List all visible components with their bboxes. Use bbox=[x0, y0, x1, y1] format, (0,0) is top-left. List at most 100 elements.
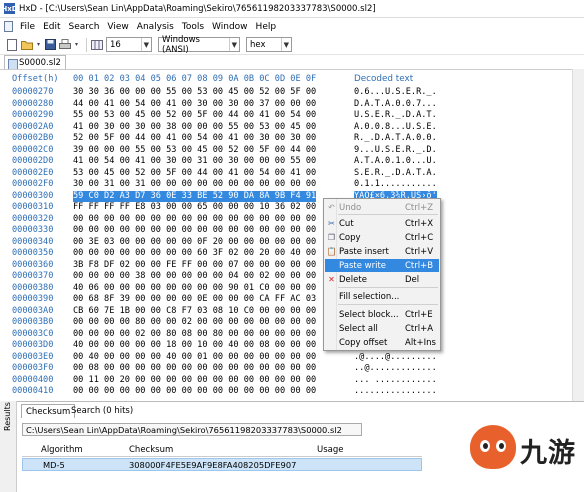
row-bytes[interactable]: 41 00 30 00 30 00 38 00 00 00 55 00 53 0… bbox=[73, 122, 316, 133]
file-tab[interactable]: S0000.sl2 bbox=[4, 55, 66, 70]
row-decoded-text[interactable]: 0.1.1........... bbox=[354, 179, 437, 190]
tab-search-label: Search (0 hits) bbox=[71, 406, 134, 416]
menu-item-shortcut: Ctrl+X bbox=[405, 218, 434, 229]
row-offset: 00000350 bbox=[12, 248, 54, 258]
row-bytes[interactable]: 00 68 8F 39 00 00 00 00 0E 00 00 00 CA F… bbox=[73, 294, 316, 305]
menu-item-copy-offset[interactable]: Copy offset Alt+Ins bbox=[325, 336, 439, 349]
column-algorithm[interactable]: Algorithm bbox=[41, 443, 83, 456]
menu-item-fill-selection[interactable]: Fill selection... bbox=[325, 290, 439, 303]
column-checksum[interactable]: Checksum bbox=[129, 443, 173, 456]
menu-item-undo[interactable]: ↶ Undo Ctrl+Z bbox=[325, 201, 439, 214]
menu-item-copy[interactable]: ❐ Copy Ctrl+C bbox=[325, 231, 439, 244]
menu-tools[interactable]: Tools bbox=[178, 22, 208, 32]
row-bytes[interactable]: 30 30 36 00 00 00 55 00 53 00 45 00 52 0… bbox=[73, 87, 316, 98]
menu-item-delete[interactable]: ✕ Delete Del bbox=[325, 273, 439, 286]
row-bytes[interactable]: 00 00 00 00 02 00 80 08 00 80 00 00 00 0… bbox=[73, 329, 316, 340]
row-offset: 00000290 bbox=[12, 110, 54, 120]
row-decoded-text[interactable]: D.A.T.A.0.0.7... bbox=[354, 99, 437, 110]
row-decoded-text[interactable]: A.0.0.8...U.S.E. bbox=[354, 122, 437, 133]
menu-window[interactable]: Window bbox=[208, 22, 252, 32]
menu-item-select-all[interactable]: Select all Ctrl+A bbox=[325, 322, 439, 335]
menu-item-shortcut: Ctrl+Z bbox=[405, 202, 434, 213]
row-bytes[interactable]: 00 00 00 00 38 00 00 00 00 00 04 00 02 0… bbox=[73, 271, 316, 282]
menu-item-paste-write[interactable]: Paste write Ctrl+B bbox=[325, 259, 439, 272]
row-bytes[interactable]: 53 00 45 00 52 00 5F 00 44 00 41 00 54 0… bbox=[73, 168, 316, 179]
menu-item-cut[interactable]: ✂ Cut Ctrl+X bbox=[325, 217, 439, 230]
menu-help[interactable]: Help bbox=[252, 22, 281, 32]
file-tab-label: S0000.sl2 bbox=[19, 57, 61, 68]
toolbar-separator bbox=[86, 37, 87, 52]
row-offset: 000003A0 bbox=[12, 305, 54, 316]
menu-separator bbox=[338, 287, 438, 288]
menu-item-paste-insert[interactable]: 📋 Paste insert Ctrl+V bbox=[325, 245, 439, 258]
hex-editor-pane[interactable]: Offset(h) 00 01 02 03 04 05 06 07 08 09 … bbox=[0, 69, 584, 401]
menu-view[interactable]: View bbox=[103, 22, 132, 32]
undo-icon: ↶ bbox=[328, 203, 335, 212]
row-bytes[interactable]: 00 40 00 00 00 00 40 00 01 00 00 00 00 0… bbox=[73, 352, 316, 363]
row-bytes[interactable]: 00 00 00 00 00 00 00 00 00 00 00 00 00 0… bbox=[73, 214, 316, 225]
row-bytes[interactable]: 00 00 00 00 00 00 00 00 00 00 00 00 00 0… bbox=[73, 225, 316, 236]
row-bytes[interactable]: 30 00 31 00 31 00 00 00 00 00 00 00 00 0… bbox=[73, 179, 316, 190]
row-bytes[interactable]: CB 60 7E 1B 00 00 C8 F7 03 08 10 C0 00 0… bbox=[73, 306, 316, 317]
menu-edit[interactable]: Edit bbox=[39, 22, 64, 32]
row-offset: 00000320 bbox=[12, 213, 54, 224]
open-dropdown-icon[interactable]: ▾ bbox=[36, 39, 41, 51]
row-decoded-text[interactable]: 0.6...U.S.E.R._. bbox=[354, 87, 437, 98]
open-folder-icon[interactable] bbox=[21, 39, 33, 51]
save-icon[interactable] bbox=[44, 39, 56, 51]
hxd-app-icon: HxD bbox=[1, 3, 18, 14]
print-icon[interactable] bbox=[59, 39, 71, 51]
row-bytes[interactable]: 00 3E 03 00 00 00 00 00 0F 20 00 00 00 0… bbox=[73, 237, 316, 248]
row-bytes[interactable]: 41 00 54 00 41 00 30 00 31 00 30 00 00 0… bbox=[73, 156, 316, 167]
menu-item-label: Copy offset bbox=[339, 337, 388, 348]
column-usage[interactable]: Usage bbox=[317, 443, 343, 456]
row-offset: 000002C0 bbox=[12, 144, 54, 155]
row-decoded-text[interactable]: A.T.A.0.1.0...U. bbox=[354, 156, 437, 167]
row-bytes[interactable]: 59 C0 D2 A3 D7 36 0E 33 BE 52 90 DA 8A 9… bbox=[73, 190, 317, 202]
tab-search-hits[interactable]: Search (0 hits) bbox=[67, 404, 137, 418]
bytes-per-row-select[interactable]: 16 ▼ bbox=[106, 37, 152, 52]
results-side-tab[interactable]: Results bbox=[0, 401, 17, 492]
menu-item-shortcut: Ctrl+B bbox=[405, 260, 434, 271]
row-algorithm: MD-5 bbox=[43, 460, 65, 470]
row-offset: 00000340 bbox=[12, 236, 54, 247]
print-dropdown-icon[interactable]: ▾ bbox=[74, 39, 79, 51]
row-bytes[interactable]: 00 00 00 00 00 00 00 00 60 3F 02 00 20 0… bbox=[73, 248, 316, 259]
menu-item-label: Paste write bbox=[339, 260, 387, 271]
row-decoded-text[interactable]: ..@............. bbox=[354, 363, 437, 374]
row-decoded-text[interactable]: S.E.R._.D.A.T.A. bbox=[354, 168, 437, 179]
charset-select[interactable]: Windows (ANSI) ▼ bbox=[158, 35, 240, 55]
row-bytes[interactable]: 00 00 00 00 00 00 00 00 00 00 00 00 00 0… bbox=[73, 386, 316, 397]
row-decoded-text[interactable]: U.S.E.R._.D.A.T. bbox=[354, 110, 437, 121]
display-mode-select[interactable]: hex ▼ bbox=[246, 37, 292, 52]
row-decoded-text[interactable]: ... ............ bbox=[354, 375, 437, 386]
row-bytes[interactable]: 00 11 00 20 00 00 00 00 00 00 00 00 00 0… bbox=[73, 375, 316, 386]
row-offset: 000002F0 bbox=[12, 179, 54, 189]
row-decoded-text[interactable]: 9...U.S.E.R._.D. bbox=[354, 145, 437, 156]
row-decoded-text[interactable]: .@....@......... bbox=[354, 352, 437, 363]
row-bytes[interactable]: 44 00 41 00 54 00 41 00 30 00 30 00 37 0… bbox=[73, 99, 316, 110]
new-file-icon[interactable] bbox=[6, 38, 18, 51]
row-bytes[interactable]: 3B F8 DF 02 00 00 FE FF 00 00 07 00 00 0… bbox=[73, 260, 316, 271]
row-decoded-text[interactable]: ................ bbox=[354, 386, 437, 397]
row-bytes[interactable]: FF FF FF FF E8 03 00 00 65 00 00 00 10 3… bbox=[73, 202, 316, 213]
row-bytes[interactable]: 55 00 53 00 45 00 52 00 5F 00 44 00 41 0… bbox=[73, 110, 316, 121]
menu-item-label: Fill selection... bbox=[339, 291, 400, 302]
menu-item-shortcut: Alt+Ins bbox=[405, 337, 436, 348]
row-bytes[interactable]: 00 08 00 00 00 00 00 00 00 00 00 00 00 0… bbox=[73, 363, 316, 374]
document-icon[interactable] bbox=[4, 21, 13, 32]
vertical-scrollbar[interactable] bbox=[572, 69, 584, 401]
row-bytes[interactable]: 52 00 5F 00 44 00 41 00 54 00 41 00 30 0… bbox=[73, 133, 316, 144]
row-bytes[interactable]: 39 00 00 00 55 00 53 00 45 00 52 00 5F 0… bbox=[73, 145, 316, 156]
row-decoded-text[interactable]: R._.D.A.T.A.0.0. bbox=[354, 133, 437, 144]
row-bytes[interactable]: 40 00 00 00 00 00 18 00 10 00 40 00 08 0… bbox=[73, 340, 316, 351]
row-bytes[interactable]: 00 00 00 00 80 00 00 02 00 00 00 00 00 0… bbox=[73, 317, 316, 328]
menu-analysis[interactable]: Analysis bbox=[133, 22, 178, 32]
row-offset: 000002E0 bbox=[12, 167, 54, 178]
menu-file[interactable]: File bbox=[16, 22, 39, 32]
menu-search[interactable]: Search bbox=[65, 22, 104, 32]
row-bytes[interactable]: 40 06 00 00 00 00 00 00 00 00 90 01 C0 0… bbox=[73, 283, 316, 294]
row-offset: 000003F0 bbox=[12, 363, 54, 373]
menu-item-select-block[interactable]: Select block... Ctrl+E bbox=[325, 308, 439, 321]
menu-item-label: Paste insert bbox=[339, 246, 389, 257]
